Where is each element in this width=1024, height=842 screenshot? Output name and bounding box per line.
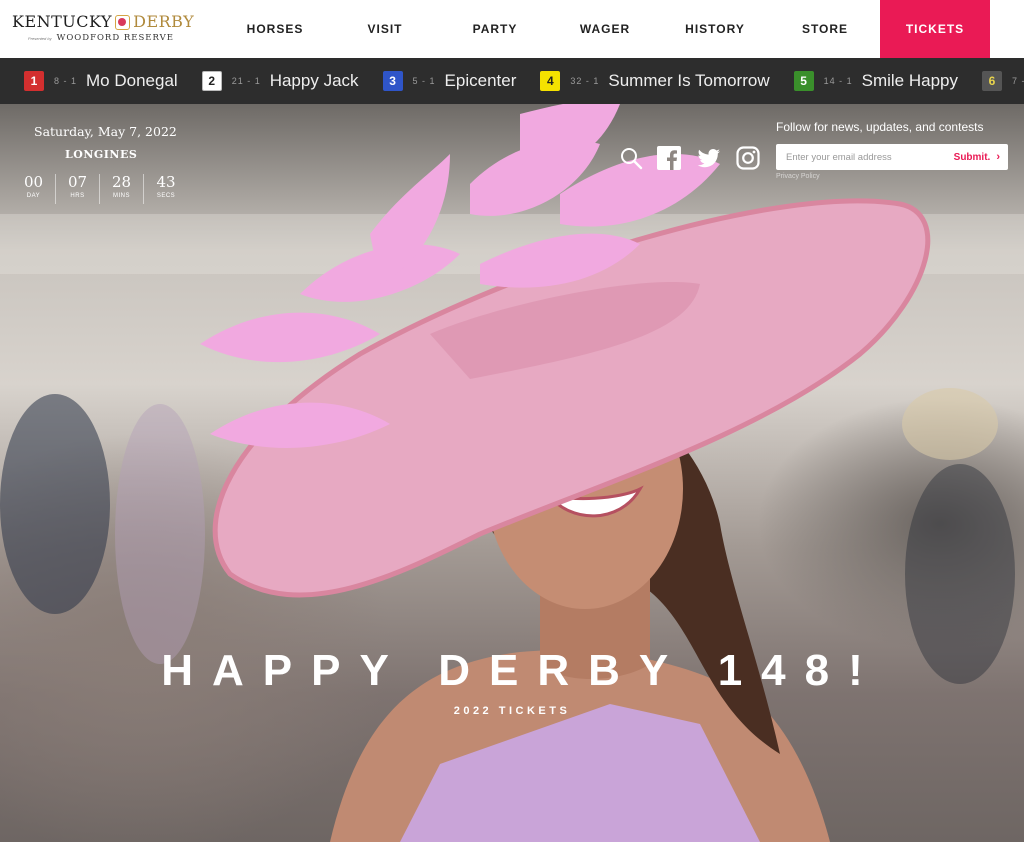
submit-label: Submit. — [953, 151, 991, 163]
longines-logo: LONGINES — [65, 148, 138, 161]
ticker-horse[interactable]: 6 7 - 1 — [982, 71, 1024, 91]
odds-ticker: 1 8 - 1 Mo Donegal 2 21 - 1 Happy Jack 3… — [0, 58, 1024, 104]
countdown-days: 00 DAY — [12, 174, 56, 204]
hero-banner[interactable]: Saturday, May 7, 2022 LONGINES 00 DAY 07… — [0, 104, 1024, 842]
ticker-horse[interactable]: 4 32 - 1 Summer Is Tomorrow — [540, 71, 770, 91]
race-countdown: 00 DAY 07 HRS 28 MINS 43 SECS — [12, 174, 188, 204]
nav-horses[interactable]: HORSES — [220, 0, 330, 58]
logo-presented-by: Presented by — [28, 35, 52, 41]
race-date: Saturday, May 7, 2022 — [34, 124, 177, 139]
countdown-seconds: 43 SECS — [144, 174, 188, 204]
privacy-policy-link[interactable]: Privacy Policy — [776, 173, 820, 180]
horse-name: Epicenter — [444, 71, 517, 90]
morning-line-odds: 8 - 1 — [54, 76, 78, 86]
hero-photo — [0, 104, 1024, 842]
countdown-unit: DAY — [26, 193, 41, 199]
post-position-badge: 5 — [793, 71, 814, 91]
horse-name: Mo Donegal — [86, 71, 178, 90]
nav-visit[interactable]: VISIT — [330, 0, 440, 58]
post-position-badge: 1 — [24, 71, 44, 91]
horse-name: Smile Happy — [861, 71, 958, 90]
email-signup-form: Submit. › — [776, 144, 1008, 170]
morning-line-odds: 32 - 1 — [570, 76, 600, 86]
horse-name: Summer Is Tomorrow — [608, 71, 770, 90]
morning-line-odds: 21 - 1 — [231, 76, 261, 86]
countdown-value: 00 — [23, 173, 44, 191]
logo-sponsor: WOODFORD RESERVE — [56, 33, 174, 43]
hero-headline: HAPPY DERBY 148! — [161, 646, 882, 695]
countdown-minutes: 28 MINS — [100, 174, 144, 204]
top-navigation: KENTUCKY DERBY Presented by WOODFORD RES… — [0, 0, 1024, 58]
ticker-horse[interactable]: 1 8 - 1 Mo Donegal — [24, 71, 178, 91]
nav-history[interactable]: HISTORY — [660, 0, 770, 58]
email-field[interactable] — [786, 151, 954, 163]
countdown-value: 28 — [111, 173, 132, 191]
post-position-badge: 3 — [382, 71, 403, 91]
ticker-horse[interactable]: 2 21 - 1 Happy Jack — [201, 71, 359, 91]
countdown-unit: MINS — [113, 193, 130, 199]
nav-store[interactable]: STORE — [770, 0, 880, 58]
nav-wager[interactable]: WAGER — [550, 0, 660, 58]
tickets-link[interactable]: 2022 TICKETS — [0, 705, 1024, 717]
rose-icon — [115, 14, 131, 30]
post-position-badge: 2 — [201, 71, 222, 91]
morning-line-odds: 14 - 1 — [823, 76, 853, 86]
countdown-unit: SECS — [156, 193, 176, 199]
submit-button[interactable]: Submit. › — [954, 151, 1000, 163]
post-position-badge: 4 — [540, 71, 561, 91]
tickets-button[interactable]: TICKETS — [880, 0, 990, 58]
logo-derby: DERBY — [133, 12, 195, 31]
follow-prompt: Follow for news, updates, and contests — [776, 120, 984, 134]
nav-party[interactable]: PARTY — [440, 0, 550, 58]
countdown-hours: 07 HRS — [56, 174, 100, 204]
background-hat — [902, 388, 998, 460]
countdown-value: 43 — [156, 173, 176, 191]
morning-line-odds: 7 - 1 — [1012, 76, 1024, 86]
kentucky-derby-logo[interactable]: KENTUCKY DERBY Presented by WOODFORD RES… — [0, 0, 220, 58]
countdown-value: 07 — [67, 173, 88, 191]
ticker-horse[interactable]: 5 14 - 1 Smile Happy — [793, 71, 958, 91]
countdown-unit: HRS — [70, 193, 85, 199]
logo-kentucky: KENTUCKY — [12, 12, 113, 31]
horse-name: Happy Jack — [269, 71, 359, 90]
post-position-badge: 6 — [982, 71, 1002, 91]
main-menu: HORSES VISIT PARTY WAGER HISTORY STORE T… — [220, 0, 1024, 58]
background-figure — [0, 394, 110, 614]
ticker-horse[interactable]: 3 5 - 1 Epicenter — [382, 71, 517, 91]
background-figure — [115, 404, 205, 664]
chevron-right-icon: › — [996, 151, 1000, 163]
morning-line-odds: 5 - 1 — [412, 76, 436, 86]
